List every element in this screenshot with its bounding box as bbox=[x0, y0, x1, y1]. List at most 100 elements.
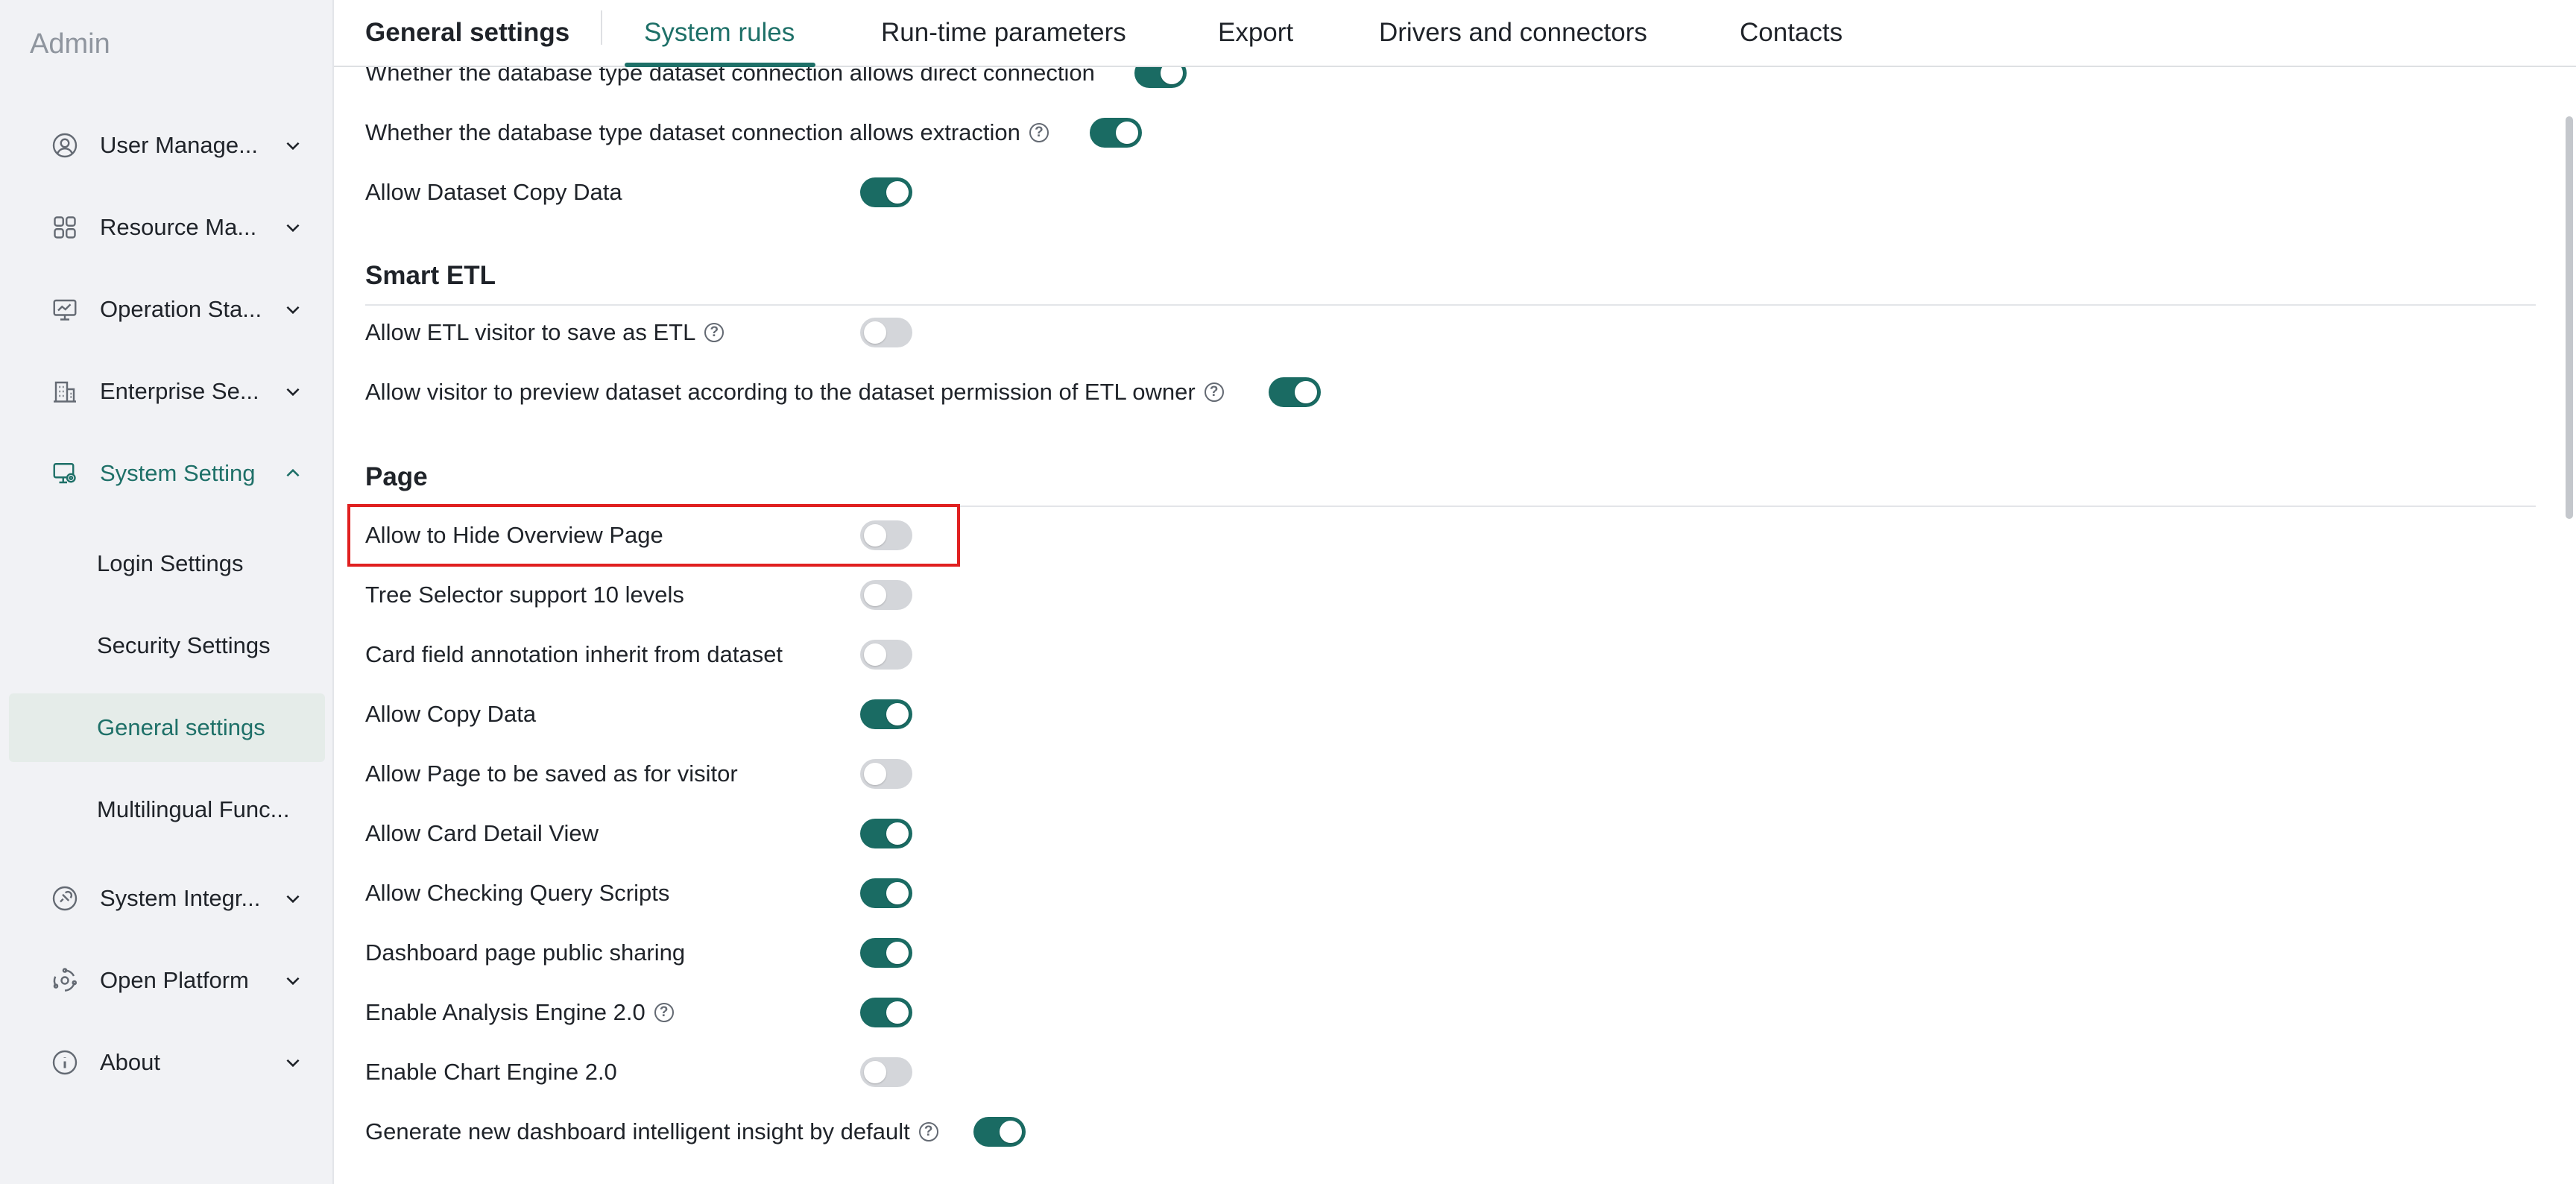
setting-label: Tree Selector support 10 levels bbox=[365, 582, 684, 608]
toggle-switch-allow-card-detail-view[interactable] bbox=[860, 819, 912, 848]
sidebar-subitem-security-settings[interactable]: Security Settings bbox=[9, 611, 325, 680]
chevron-down-icon bbox=[286, 1059, 300, 1068]
setting-row-allow-card-detail-view: Allow Card Detail View bbox=[365, 811, 599, 856]
toggle-switch-allow-copy-data[interactable] bbox=[860, 699, 912, 729]
setting-label: Allow Checking Query Scripts bbox=[365, 880, 670, 906]
tab-drivers-and-connectors[interactable]: Drivers and connectors bbox=[1379, 0, 1647, 66]
setting-row-allow-visitor-to-preview-dataset-according-to-th: Allow visitor to preview dataset accordi… bbox=[365, 370, 1224, 415]
setting-row-dashboard-page-public-sharing: Dashboard page public sharing bbox=[365, 930, 685, 975]
sidebar-item-label: User Manage... bbox=[100, 132, 258, 158]
grid-icon bbox=[51, 213, 79, 242]
section-divider bbox=[365, 304, 2536, 306]
settings-content: Whether the database type dataset connec… bbox=[334, 67, 2576, 1184]
help-icon[interactable]: ? bbox=[704, 323, 724, 342]
sidebar-item-label: About bbox=[100, 1049, 161, 1075]
chevron-down-icon bbox=[286, 142, 300, 151]
tab-contacts[interactable]: Contacts bbox=[1740, 0, 1843, 66]
sidebar-subitem-login-settings[interactable]: Login Settings bbox=[9, 529, 325, 598]
toggle-switch-allow-visitor-to-preview-dataset-according-to-th[interactable] bbox=[1269, 377, 1321, 407]
page-title: General settings bbox=[365, 18, 570, 47]
setting-label: Enable Chart Engine 2.0 bbox=[365, 1059, 617, 1085]
integration-icon bbox=[51, 884, 79, 913]
sidebar-item-operation-statistics[interactable]: Operation Sta... bbox=[9, 276, 325, 343]
toggle-switch-allow-etl-visitor-to-save-as-etl[interactable] bbox=[860, 318, 912, 347]
toggle-switch-generate-new-dashboard-intelligent-insight-by-de[interactable] bbox=[973, 1117, 1026, 1147]
highlight-box bbox=[347, 504, 960, 567]
settings-monitor-icon bbox=[51, 459, 79, 488]
sidebar-subitem-label: Multilingual Func... bbox=[97, 796, 290, 822]
sidebar-subitem-label: Login Settings bbox=[97, 550, 244, 576]
tab-run-time-parameters[interactable]: Run-time parameters bbox=[881, 0, 1126, 66]
toggle-switch-tree-selector-support-10-levels[interactable] bbox=[860, 580, 912, 610]
setting-row-allow-copy-data: Allow Copy Data bbox=[365, 692, 536, 737]
chevron-up-icon bbox=[286, 468, 300, 477]
tab-system-rules[interactable]: System rules bbox=[624, 0, 816, 67]
setting-label: Whether the database type dataset connec… bbox=[365, 67, 1095, 86]
tab-divider bbox=[601, 10, 602, 45]
setting-label: Allow Dataset Copy Data bbox=[365, 179, 622, 205]
sidebar-item-resource-management[interactable]: Resource Ma... bbox=[9, 194, 325, 261]
help-icon[interactable]: ? bbox=[654, 1003, 674, 1022]
setting-label: Allow Page to be saved as for visitor bbox=[365, 761, 738, 787]
setting-row-enable-chart-engine-2-0: Enable Chart Engine 2.0 bbox=[365, 1050, 617, 1095]
help-icon[interactable]: ? bbox=[1029, 123, 1049, 142]
sidebar-item-label: Open Platform bbox=[100, 967, 249, 993]
sidebar-item-system-integration[interactable]: System Integr... bbox=[9, 865, 325, 932]
toggle-switch-allow-page-to-be-saved-as-for-visitor[interactable] bbox=[860, 759, 912, 789]
toggle-switch-allow-dataset-copy-data[interactable] bbox=[860, 177, 912, 207]
setting-row-enable-analysis-engine-2-0: Enable Analysis Engine 2.0? bbox=[365, 990, 674, 1035]
setting-label: Generate new dashboard intelligent insig… bbox=[365, 1118, 910, 1144]
setting-label: Allow ETL visitor to save as ETL bbox=[365, 319, 696, 345]
setting-row-generate-new-dashboard-intelligent-insight-by-de: Generate new dashboard intelligent insig… bbox=[365, 1109, 938, 1154]
sidebar-item-label: System Setting bbox=[100, 460, 256, 486]
setting-row-allow-etl-visitor-to-save-as-etl: Allow ETL visitor to save as ETL? bbox=[365, 310, 724, 355]
sidebar-item-label: Resource Ma... bbox=[100, 214, 257, 240]
sidebar-title: Admin bbox=[30, 28, 110, 60]
tab-export[interactable]: Export bbox=[1218, 0, 1293, 66]
toggle-switch-dashboard-page-public-sharing[interactable] bbox=[860, 938, 912, 968]
info-icon bbox=[51, 1048, 79, 1077]
setting-row-allow-page-to-be-saved-as-for-visitor: Allow Page to be saved as for visitor bbox=[365, 752, 738, 796]
sidebar-item-open-platform[interactable]: Open Platform bbox=[9, 947, 325, 1014]
sidebar-item-system-setting[interactable]: System Setting bbox=[9, 440, 325, 507]
toggle-switch-allow-checking-query-scripts[interactable] bbox=[860, 878, 912, 908]
chevron-down-icon bbox=[286, 977, 300, 986]
section-title-smart-etl: Smart ETL bbox=[365, 261, 496, 290]
toggle-switch-whether-the-database-type-dataset-connection-all[interactable] bbox=[1090, 118, 1142, 148]
sidebar-subitem-general-settings[interactable]: General settings bbox=[9, 693, 325, 762]
sidebar-subitem-multilingual[interactable]: Multilingual Func... bbox=[9, 775, 325, 844]
setting-row-tree-selector-support-10-levels: Tree Selector support 10 levels bbox=[365, 573, 684, 617]
section-title-page: Page bbox=[365, 462, 428, 491]
sidebar-item-label: Enterprise Se... bbox=[100, 378, 259, 404]
chevron-down-icon bbox=[286, 895, 300, 904]
sidebar-item-about[interactable]: About bbox=[9, 1029, 325, 1096]
building-icon bbox=[51, 377, 79, 406]
toggle-switch-enable-analysis-engine-2-0[interactable] bbox=[860, 998, 912, 1027]
toggle-switch-card-field-annotation-inherit-from-dataset[interactable] bbox=[860, 640, 912, 670]
sidebar-item-enterprise-settings[interactable]: Enterprise Se... bbox=[9, 358, 325, 425]
setting-row-allow-checking-query-scripts: Allow Checking Query Scripts bbox=[365, 871, 669, 916]
sidebar-subitem-label: Security Settings bbox=[97, 632, 271, 658]
help-icon[interactable]: ? bbox=[918, 1122, 938, 1142]
sidebar-item-label: System Integr... bbox=[100, 885, 261, 911]
sidebar-item-label: Operation Sta... bbox=[100, 296, 262, 322]
settings-tab-bar: General settings System rules Run-time p… bbox=[334, 0, 2576, 67]
setting-row-whether-the-database-type-dataset-connection-all: Whether the database type dataset connec… bbox=[365, 110, 1049, 155]
chevron-down-icon bbox=[286, 388, 300, 397]
setting-label: Dashboard page public sharing bbox=[365, 939, 686, 966]
setting-row-card-field-annotation-inherit-from-dataset: Card field annotation inherit from datas… bbox=[365, 632, 783, 677]
chevron-down-icon bbox=[286, 224, 300, 233]
sidebar-subitem-label: General settings bbox=[97, 714, 265, 740]
sidebar-item-user-management[interactable]: User Manage... bbox=[9, 112, 325, 179]
setting-label: Enable Analysis Engine 2.0 bbox=[365, 999, 645, 1025]
help-icon[interactable]: ? bbox=[1204, 382, 1224, 402]
sidebar: Admin User Manage... Resource Ma... Oper… bbox=[0, 0, 334, 1184]
setting-row-allow-dataset-copy-data: Allow Dataset Copy Data bbox=[365, 170, 622, 215]
vertical-scrollbar[interactable] bbox=[2566, 116, 2573, 519]
setting-label: Whether the database type dataset connec… bbox=[365, 119, 1020, 145]
setting-row-whether-the-database-type-dataset-connection-all: Whether the database type dataset connec… bbox=[365, 67, 1095, 95]
setting-label: Allow Copy Data bbox=[365, 701, 537, 727]
chevron-down-icon bbox=[286, 306, 300, 315]
toggle-switch-enable-chart-engine-2-0[interactable] bbox=[860, 1057, 912, 1087]
toggle-switch-whether-the-database-type-dataset-connection-all[interactable] bbox=[1134, 67, 1187, 88]
